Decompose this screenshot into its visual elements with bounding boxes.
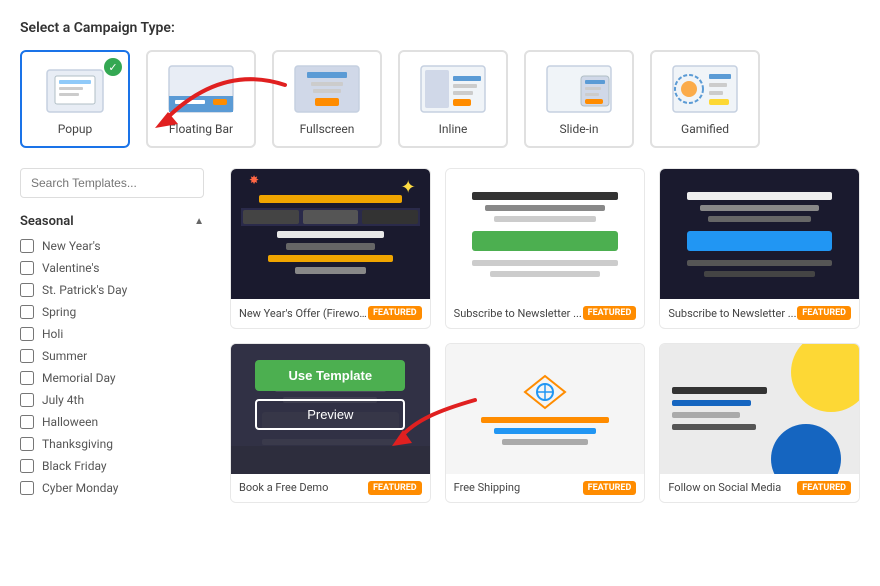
template-preview-t1: ✦ ✸ (231, 169, 430, 299)
checkbox-halloween[interactable] (20, 415, 34, 429)
template-preview-t3 (660, 169, 859, 299)
campaign-type-popup[interactable]: ✓ Popup (20, 50, 130, 148)
label-thanksgiving[interactable]: Thanksgiving (42, 437, 113, 451)
search-input[interactable] (20, 168, 204, 198)
label-spring[interactable]: Spring (42, 305, 76, 319)
featured-badge-t1: FEATURED (368, 306, 422, 320)
template-info-t3: Subscribe to Newsletter ...FEATURED (660, 299, 859, 327)
template-name-t2: Subscribe to Newsletter ... (454, 307, 582, 320)
template-name-t6: Follow on Social Media (668, 481, 781, 494)
sidebar-item-memorial-day: Memorial Day (20, 371, 204, 385)
sidebar-item-summer: Summer (20, 349, 204, 363)
template-info-t6: Follow on Social Media FEATURED (660, 474, 859, 502)
sidebar-item-thanksgiving: Thanksgiving (20, 437, 204, 451)
sidebar: Seasonal ▲ New Year's Valentine's St. Patr… (20, 168, 220, 503)
sidebar-seasonal-label: Seasonal (20, 214, 74, 229)
checkbox-cyber-monday[interactable] (20, 481, 34, 495)
checkbox-black-friday[interactable] (20, 459, 34, 473)
featured-badge-t5: FEATURED (583, 481, 637, 495)
sidebar-item-black-friday: Black Friday (20, 459, 204, 473)
templates-grid: ✦ ✸ New Year's Offer (Firewo...FEATURED … (220, 168, 860, 503)
template-info-t4: Book a Free Demo FEATURED (231, 474, 430, 502)
gamified-icon (669, 62, 741, 116)
campaign-type-inline[interactable]: Inline (398, 50, 508, 148)
preview-button[interactable]: Preview (255, 399, 405, 430)
fullscreen-label: Fullscreen (300, 122, 355, 136)
sidebar-item-spring: Spring (20, 305, 204, 319)
template-preview-t6 (660, 344, 859, 474)
template-name-t4: Book a Free Demo (239, 481, 328, 494)
inline-icon (417, 62, 489, 116)
chevron-up-icon: ▲ (194, 216, 204, 227)
popup-label: Popup (58, 122, 92, 136)
sidebar-item-holi: Holi (20, 327, 204, 341)
template-card-t3[interactable]: Subscribe to Newsletter ...FEATURED (659, 168, 860, 329)
slide-in-label: Slide-in (560, 122, 599, 136)
label-halloween[interactable]: Halloween (42, 415, 98, 429)
checkbox-st-patricks[interactable] (20, 283, 34, 297)
sidebar-item-july-4th: July 4th (20, 393, 204, 407)
template-preview-t4: Use Template Preview (231, 344, 430, 474)
template-card-t1[interactable]: ✦ ✸ New Year's Offer (Firewo...FEATURED (230, 168, 431, 329)
campaign-type-fullscreen[interactable]: Fullscreen (272, 50, 382, 148)
sidebar-item-valentines: Valentine's (20, 261, 204, 275)
campaign-type-gamified[interactable]: Gamified (650, 50, 760, 148)
template-preview-t2 (446, 169, 645, 299)
template-info-t5: Free Shipping FEATURED (446, 474, 645, 502)
checkbox-summer[interactable] (20, 349, 34, 363)
slide-in-icon (543, 62, 615, 116)
fullscreen-icon (291, 62, 363, 116)
section-title: Select a Campaign Type: (20, 20, 860, 36)
label-july-4th[interactable]: July 4th (42, 393, 84, 407)
floating-bar-label: Floating Bar (169, 122, 233, 136)
checkbox-holi[interactable] (20, 327, 34, 341)
checkbox-valentines[interactable] (20, 261, 34, 275)
label-valentines[interactable]: Valentine's (42, 261, 99, 275)
use-template-button[interactable]: Use Template (255, 360, 405, 391)
featured-badge-t4: FEATURED (368, 481, 422, 495)
template-name-t1: New Year's Offer (Firewo... (239, 307, 368, 320)
label-black-friday[interactable]: Black Friday (42, 459, 107, 473)
label-st-patricks[interactable]: St. Patrick's Day (42, 283, 127, 297)
campaign-type-slide-in[interactable]: Slide-in (524, 50, 634, 148)
checkbox-memorial-day[interactable] (20, 371, 34, 385)
sidebar-item-new-years: New Year's (20, 239, 204, 253)
sidebar-seasonal-header: Seasonal ▲ (20, 214, 204, 229)
checkbox-spring[interactable] (20, 305, 34, 319)
checkbox-new-years[interactable] (20, 239, 34, 253)
template-card-t4[interactable]: Use Template Preview Book a Free Demo FEATU… (230, 343, 431, 504)
label-holi[interactable]: Holi (42, 327, 63, 341)
template-name-t3: Subscribe to Newsletter ... (668, 307, 796, 320)
template-preview-t5 (446, 344, 645, 474)
sidebar-items: New Year's Valentine's St. Patrick's Day Sp… (20, 239, 204, 495)
label-memorial-day[interactable]: Memorial Day (42, 371, 116, 385)
template-name-t5: Free Shipping (454, 481, 521, 494)
campaign-type-row: ✓ Popup Floating Bar Fullscreen Inline (20, 50, 860, 148)
floating-bar-icon (165, 62, 237, 116)
label-summer[interactable]: Summer (42, 349, 87, 363)
bottom-section: Seasonal ▲ New Year's Valentine's St. Patr… (20, 168, 860, 503)
featured-badge-t2: FEATURED (583, 306, 637, 320)
sidebar-item-st-patricks: St. Patrick's Day (20, 283, 204, 297)
checkbox-july-4th[interactable] (20, 393, 34, 407)
label-new-years[interactable]: New Year's (42, 239, 101, 253)
selected-check-icon: ✓ (104, 58, 122, 76)
campaign-type-floating-bar[interactable]: Floating Bar (146, 50, 256, 148)
label-cyber-monday[interactable]: Cyber Monday (42, 481, 118, 495)
sidebar-item-halloween: Halloween (20, 415, 204, 429)
template-card-t2[interactable]: Subscribe to Newsletter ...FEATURED (445, 168, 646, 329)
featured-badge-t3: FEATURED (797, 306, 851, 320)
template-card-t6[interactable]: Follow on Social Media FEATURED (659, 343, 860, 504)
sidebar-item-cyber-monday: Cyber Monday (20, 481, 204, 495)
inline-label: Inline (439, 122, 468, 136)
template-info-t2: Subscribe to Newsletter ...FEATURED (446, 299, 645, 327)
template-card-t5[interactable]: Free Shipping FEATURED (445, 343, 646, 504)
gamified-label: Gamified (681, 122, 729, 136)
popup-icon (39, 62, 111, 116)
checkbox-thanksgiving[interactable] (20, 437, 34, 451)
template-hover-overlay-t4: Use Template Preview (231, 344, 430, 446)
featured-badge-t6: FEATURED (797, 481, 851, 495)
template-info-t1: New Year's Offer (Firewo...FEATURED (231, 299, 430, 327)
